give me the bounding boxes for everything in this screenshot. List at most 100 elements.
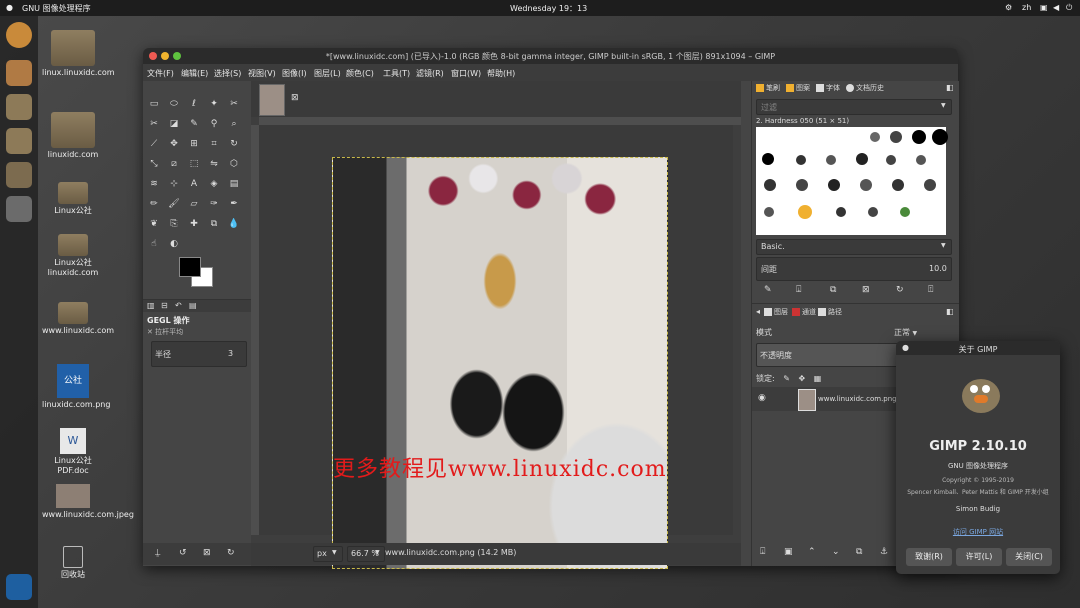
desktop-icon[interactable]: linuxidc.com xyxy=(42,112,104,160)
images-icon[interactable]: ▤ xyxy=(189,301,197,310)
brush-item[interactable] xyxy=(890,131,902,143)
tab-paths[interactable]: 路径 xyxy=(818,307,842,317)
fuzzy-select-icon[interactable]: ✦ xyxy=(207,97,221,111)
opacity-slider[interactable]: 不透明度 xyxy=(756,343,904,367)
brush-item[interactable] xyxy=(796,179,808,191)
tab-brushes[interactable]: 笔刷 xyxy=(756,83,780,93)
desktop-icon[interactable]: W Linux公社PDF.doc xyxy=(42,428,104,476)
measure-icon[interactable]: ⟋ xyxy=(147,137,161,151)
foreground-color-swatch-top[interactable] xyxy=(179,257,201,277)
brush-item[interactable] xyxy=(764,207,774,217)
desktop-icon[interactable]: www.linuxidc.com xyxy=(42,302,114,336)
menu-select[interactable]: 选择(S) xyxy=(214,68,241,79)
refresh-icon[interactable]: ↻ xyxy=(896,285,904,295)
gimp-dock-icon[interactable] xyxy=(6,196,32,222)
paintbrush-icon[interactable]: 🖌 xyxy=(167,197,181,211)
new-brush-icon[interactable]: ⍗ xyxy=(796,285,801,295)
open-as-image-icon[interactable]: ⍐ xyxy=(928,285,933,295)
mode-select[interactable]: 正常 ▼ xyxy=(894,327,917,338)
cage-icon[interactable]: ⬡ xyxy=(227,157,241,171)
duplicate-layer-icon[interactable]: ⧉ xyxy=(856,547,862,557)
unit-select[interactable]: px ▼ xyxy=(313,546,343,562)
desktop-icon[interactable]: 回收站 xyxy=(42,546,104,580)
website-link[interactable]: 访问 GIMP 网站 xyxy=(896,527,1060,537)
new-group-icon[interactable]: ▣ xyxy=(784,547,793,557)
save-options-icon[interactable]: ⍊ xyxy=(155,548,160,558)
desktop-icon[interactable]: 公社 linuxidc.com.png xyxy=(42,364,110,410)
radius-field[interactable]: 半径 3 xyxy=(151,341,247,367)
menu-filters[interactable]: 滤镜(R) xyxy=(416,68,444,79)
network-icon[interactable]: ▣ xyxy=(1040,3,1048,12)
handle-transform-icon[interactable]: ⊹ xyxy=(167,177,181,191)
mypaint-icon[interactable]: ❦ xyxy=(147,217,161,231)
shear-icon[interactable]: ⧄ xyxy=(167,157,181,171)
brush-item[interactable] xyxy=(764,179,776,191)
anchor-icon[interactable]: ⚓ xyxy=(880,547,888,557)
brush-item[interactable] xyxy=(796,155,806,165)
brush-grid[interactable] xyxy=(756,127,948,235)
brush-item[interactable] xyxy=(924,179,936,191)
raise-layer-icon[interactable]: ⌃ xyxy=(808,547,816,557)
text-icon[interactable]: A xyxy=(187,177,201,191)
close-icon[interactable]: ✕ xyxy=(147,328,153,336)
brush-item[interactable] xyxy=(762,153,774,165)
brush-item[interactable] xyxy=(912,130,926,144)
tool-options-icon[interactable]: ▥ xyxy=(147,301,155,310)
tab-patterns[interactable]: 图案 xyxy=(786,83,810,93)
warp-icon[interactable]: ≋ xyxy=(147,177,161,191)
cut-icon[interactable]: ✂ xyxy=(147,117,161,131)
clone-icon[interactable]: ⎘ xyxy=(167,217,181,231)
zoom-icon[interactable]: ⌕ xyxy=(227,117,241,131)
brush-item[interactable] xyxy=(856,153,868,165)
brush-item[interactable] xyxy=(886,155,896,165)
layer-name[interactable]: www.linuxidc.com.png xyxy=(818,395,897,403)
menu-color[interactable]: 颜色(C) xyxy=(346,68,374,79)
brush-item[interactable] xyxy=(900,207,910,217)
foreground-select-icon[interactable]: ◪ xyxy=(167,117,181,131)
smudge-icon[interactable]: ☝ xyxy=(147,237,161,251)
close-button[interactable]: 关闭(C) xyxy=(1006,548,1052,566)
edit-brush-icon[interactable]: ✎ xyxy=(764,285,772,295)
scale-icon[interactable]: ⤡ xyxy=(147,157,161,171)
lower-layer-icon[interactable]: ⌄ xyxy=(832,547,840,557)
visibility-eye-icon[interactable]: ◉ xyxy=(758,393,766,403)
tab-layers[interactable]: 图层 xyxy=(764,307,788,317)
tab-document-history[interactable]: 文档历史 xyxy=(846,83,884,93)
brush-item[interactable] xyxy=(826,155,836,165)
close-tab-icon[interactable]: ⊠ xyxy=(291,93,299,103)
radius-value[interactable]: 3 xyxy=(228,349,233,358)
pencil-icon[interactable]: ✏ xyxy=(147,197,161,211)
brush-item[interactable] xyxy=(892,179,904,191)
clock[interactable]: Wednesday 19：13 xyxy=(510,3,587,14)
volume-icon[interactable]: ◀ xyxy=(1053,3,1059,12)
lock-position-icon[interactable]: ✥ xyxy=(799,374,806,383)
lasso-icon[interactable]: ℓ xyxy=(187,97,201,111)
power-icon[interactable]: ⏻ xyxy=(1066,3,1072,13)
dodge-icon[interactable]: ◐ xyxy=(167,237,181,251)
tab-fonts[interactable]: 字体 xyxy=(816,83,840,93)
brush-item[interactable] xyxy=(836,207,846,217)
camera-icon[interactable] xyxy=(6,60,32,86)
delete-brush-icon[interactable]: ⊠ xyxy=(862,285,870,295)
menu-view[interactable]: 视图(V) xyxy=(248,68,276,79)
lock-pixels-icon[interactable]: ✎ xyxy=(783,374,790,383)
files-icon[interactable] xyxy=(6,94,32,120)
reset-icon[interactable]: ↻ xyxy=(227,548,235,558)
brush-item[interactable] xyxy=(860,179,872,191)
crop-icon[interactable]: ⌗ xyxy=(207,137,221,151)
menu-layer[interactable]: 图层(L) xyxy=(314,68,341,79)
image-thumbnail-tab[interactable] xyxy=(259,84,285,116)
dock-menu-icon[interactable]: ◧ xyxy=(946,83,954,92)
eraser-icon[interactable]: ▱ xyxy=(187,197,201,211)
menu-edit[interactable]: 编辑(E) xyxy=(181,68,208,79)
perspective-icon[interactable]: ⬚ xyxy=(187,157,201,171)
panel-menu-icon[interactable]: ◂ xyxy=(756,307,760,316)
perspective-clone-icon[interactable]: ⧉ xyxy=(207,217,221,231)
brush-item[interactable] xyxy=(828,179,840,191)
brush-item[interactable] xyxy=(868,207,878,217)
color-picker-icon[interactable]: ⚲ xyxy=(207,117,221,131)
scissors-icon[interactable]: ✂ xyxy=(227,97,241,111)
heal-icon[interactable]: ✚ xyxy=(187,217,201,231)
menu-help[interactable]: 帮助(H) xyxy=(487,68,515,79)
move-icon[interactable]: ✥ xyxy=(167,137,181,151)
